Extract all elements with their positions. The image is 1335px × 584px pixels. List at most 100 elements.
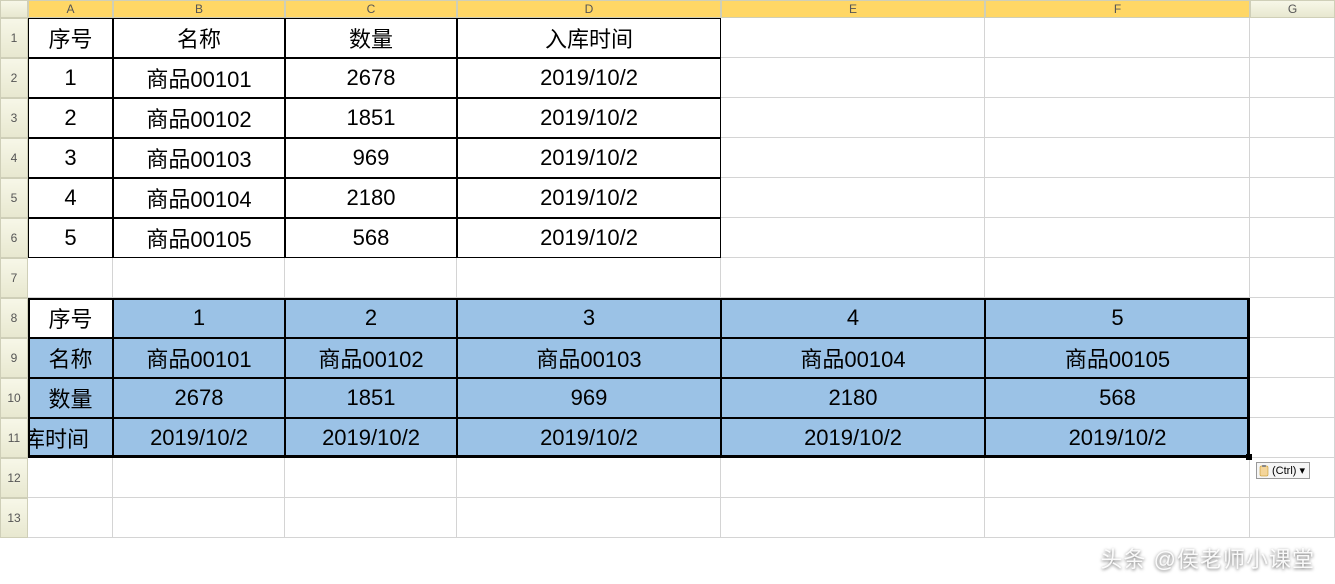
cell-E5[interactable] [721, 178, 985, 218]
column-header-A[interactable]: A [28, 0, 113, 18]
cell-D6[interactable]: 2019/10/2 [457, 218, 721, 258]
cell-B8[interactable]: 1 [113, 298, 285, 338]
cell-G11[interactable] [1250, 418, 1335, 458]
row-header-12[interactable]: 12 [0, 458, 28, 498]
cell-C8[interactable]: 2 [285, 298, 457, 338]
cell-D5[interactable]: 2019/10/2 [457, 178, 721, 218]
cell-B1[interactable]: 名称 [113, 18, 285, 58]
cell-C7[interactable] [285, 258, 457, 298]
cell-F7[interactable] [985, 258, 1250, 298]
column-header-G[interactable]: G [1250, 0, 1335, 18]
cell-G6[interactable] [1250, 218, 1335, 258]
cell-E1[interactable] [721, 18, 985, 58]
column-header-E[interactable]: E [721, 0, 985, 18]
cell-C10[interactable]: 1851 [285, 378, 457, 418]
cell-E8[interactable]: 4 [721, 298, 985, 338]
row-header-9[interactable]: 9 [0, 338, 28, 378]
cell-D2[interactable]: 2019/10/2 [457, 58, 721, 98]
row-header-4[interactable]: 4 [0, 138, 28, 178]
cell-G5[interactable] [1250, 178, 1335, 218]
row-header-8[interactable]: 8 [0, 298, 28, 338]
cell-B11[interactable]: 2019/10/2 [113, 418, 285, 458]
cell-A3[interactable]: 2 [28, 98, 113, 138]
cell-E12[interactable] [721, 458, 985, 498]
cell-A2[interactable]: 1 [28, 58, 113, 98]
cell-G9[interactable] [1250, 338, 1335, 378]
cell-F4[interactable] [985, 138, 1250, 178]
cell-F12[interactable] [985, 458, 1250, 498]
cell-E6[interactable] [721, 218, 985, 258]
cell-F1[interactable] [985, 18, 1250, 58]
cell-C2[interactable]: 2678 [285, 58, 457, 98]
cell-A7[interactable] [28, 258, 113, 298]
cell-C5[interactable]: 2180 [285, 178, 457, 218]
row-header-2[interactable]: 2 [0, 58, 28, 98]
cell-G3[interactable] [1250, 98, 1335, 138]
cell-B13[interactable] [113, 498, 285, 538]
cell-F10[interactable]: 568 [985, 378, 1250, 418]
row-header-6[interactable]: 6 [0, 218, 28, 258]
cell-D1[interactable]: 入库时间 [457, 18, 721, 58]
cell-C11[interactable]: 2019/10/2 [285, 418, 457, 458]
cell-D4[interactable]: 2019/10/2 [457, 138, 721, 178]
cell-A1[interactable]: 序号 [28, 18, 113, 58]
cell-C6[interactable]: 568 [285, 218, 457, 258]
row-header-7[interactable]: 7 [0, 258, 28, 298]
cell-D3[interactable]: 2019/10/2 [457, 98, 721, 138]
cell-D7[interactable] [457, 258, 721, 298]
cell-A9[interactable]: 名称 [28, 338, 113, 378]
row-header-1[interactable]: 1 [0, 18, 28, 58]
cell-B5[interactable]: 商品00104 [113, 178, 285, 218]
row-header-3[interactable]: 3 [0, 98, 28, 138]
cell-G1[interactable] [1250, 18, 1335, 58]
column-header-F[interactable]: F [985, 0, 1250, 18]
cell-G7[interactable] [1250, 258, 1335, 298]
cell-D11[interactable]: 2019/10/2 [457, 418, 721, 458]
cell-F13[interactable] [985, 498, 1250, 538]
cell-E2[interactable] [721, 58, 985, 98]
row-header-10[interactable]: 10 [0, 378, 28, 418]
cell-E7[interactable] [721, 258, 985, 298]
cell-B9[interactable]: 商品00101 [113, 338, 285, 378]
column-header-B[interactable]: B [113, 0, 285, 18]
cell-A5[interactable]: 4 [28, 178, 113, 218]
cell-A6[interactable]: 5 [28, 218, 113, 258]
cell-C13[interactable] [285, 498, 457, 538]
cell-F3[interactable] [985, 98, 1250, 138]
cell-G10[interactable] [1250, 378, 1335, 418]
cell-G13[interactable] [1250, 498, 1335, 538]
cell-E9[interactable]: 商品00104 [721, 338, 985, 378]
cell-F5[interactable] [985, 178, 1250, 218]
cell-F8[interactable]: 5 [985, 298, 1250, 338]
cell-E3[interactable] [721, 98, 985, 138]
cell-B7[interactable] [113, 258, 285, 298]
cell-B12[interactable] [113, 458, 285, 498]
cell-D9[interactable]: 商品00103 [457, 338, 721, 378]
cell-F9[interactable]: 商品00105 [985, 338, 1250, 378]
cell-A11[interactable]: 库时间 [28, 418, 113, 458]
cell-F6[interactable] [985, 218, 1250, 258]
cell-G2[interactable] [1250, 58, 1335, 98]
selection-fill-handle[interactable] [1246, 454, 1252, 460]
cell-C9[interactable]: 商品00102 [285, 338, 457, 378]
cell-B3[interactable]: 商品00102 [113, 98, 285, 138]
cell-E11[interactable]: 2019/10/2 [721, 418, 985, 458]
cell-C4[interactable]: 969 [285, 138, 457, 178]
column-header-D[interactable]: D [457, 0, 721, 18]
cell-B2[interactable]: 商品00101 [113, 58, 285, 98]
cell-A10[interactable]: 数量 [28, 378, 113, 418]
cell-D8[interactable]: 3 [457, 298, 721, 338]
cell-D13[interactable] [457, 498, 721, 538]
cell-E10[interactable]: 2180 [721, 378, 985, 418]
cell-D10[interactable]: 969 [457, 378, 721, 418]
cell-G8[interactable] [1250, 298, 1335, 338]
cell-D12[interactable] [457, 458, 721, 498]
cell-A4[interactable]: 3 [28, 138, 113, 178]
cell-F11[interactable]: 2019/10/2 [985, 418, 1250, 458]
column-header-C[interactable]: C [285, 0, 457, 18]
cell-A8[interactable]: 序号 [28, 298, 113, 338]
cell-A12[interactable] [28, 458, 113, 498]
cell-B4[interactable]: 商品00103 [113, 138, 285, 178]
row-header-13[interactable]: 13 [0, 498, 28, 538]
cell-F2[interactable] [985, 58, 1250, 98]
